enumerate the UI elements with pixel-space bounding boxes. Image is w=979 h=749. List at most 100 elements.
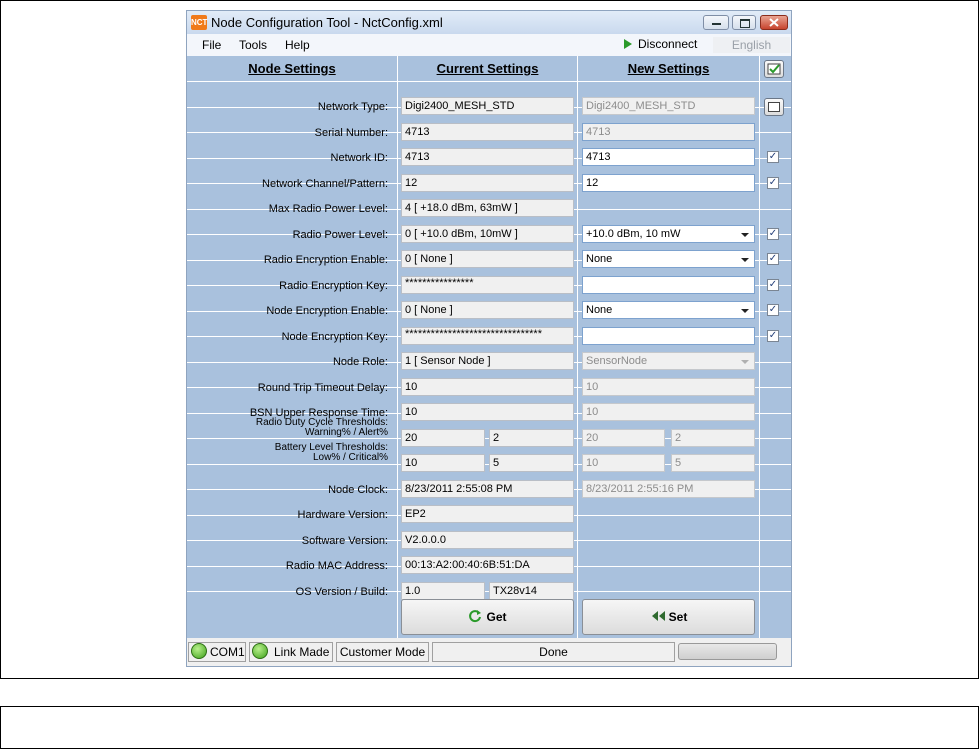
radio-encryption-key-checkbox[interactable]: ✓: [767, 279, 779, 291]
current-duty-alert: 2: [489, 429, 574, 447]
row-divider: [187, 81, 791, 82]
current-radio-encryption-enable: 0 [ None ]: [401, 250, 574, 268]
refresh-icon: [469, 610, 482, 623]
current-max-radio-power: 4 [ +18.0 dBm, 63mW ]: [401, 199, 574, 217]
label-battery-level: Battery Level Thresholds: Low% / Critical…: [275, 443, 388, 463]
label-os-version: OS Version / Build:: [295, 586, 388, 598]
current-network-id: 4713: [401, 148, 574, 166]
current-node-encryption-enable: 0 [ None ]: [401, 301, 574, 319]
current-round-trip-timeout: 10: [401, 378, 574, 396]
column-divider: [759, 56, 760, 638]
get-button[interactable]: Get: [401, 599, 574, 635]
disconnect-button[interactable]: Disconnect: [624, 37, 697, 53]
minimize-button[interactable]: [703, 15, 729, 30]
close-icon: [769, 18, 779, 27]
app-window: NCT Node Configuration Tool - NctConfig.…: [187, 11, 791, 666]
new-radio-encryption-key-input[interactable]: [582, 276, 755, 294]
new-node-clock: 8/23/2011 2:55:16 PM: [582, 480, 755, 498]
get-label: Get: [486, 610, 507, 624]
new-network-id-input[interactable]: [582, 148, 755, 166]
menu-file[interactable]: File: [202, 38, 221, 52]
chevron-down-icon: [741, 233, 749, 237]
current-bsn-upper-response: 10: [401, 403, 574, 421]
column-divider: [577, 56, 578, 638]
current-network-channel: 12: [401, 174, 574, 192]
current-network-type: Digi2400_MESH_STD: [401, 97, 574, 115]
new-battery-critical: 5: [671, 454, 755, 472]
network-id-checkbox[interactable]: ✓: [767, 151, 779, 163]
column-divider: [397, 56, 398, 638]
header-new-settings: New Settings: [627, 61, 710, 76]
label-radio-duty-cycle: Radio Duty Cycle Thresholds: Warning% / A…: [256, 418, 388, 438]
current-radio-mac: 00:13:A2:00:40:6B:51:DA: [401, 556, 574, 574]
radio-power-checkbox[interactable]: ✓: [767, 228, 779, 240]
node-encryption-dropdown[interactable]: None: [582, 301, 755, 319]
label-software-version: Software Version:: [301, 535, 388, 547]
radio-encryption-value: None: [586, 253, 613, 265]
current-battery-low: 10: [401, 454, 485, 472]
radio-encryption-checkbox[interactable]: ✓: [767, 253, 779, 265]
header-node-settings: Node Settings: [248, 61, 336, 76]
menu-help[interactable]: Help: [285, 38, 310, 52]
label-max-radio-power: Max Radio Power Level:: [268, 203, 388, 215]
label-line: Warning% / Alert%: [305, 427, 388, 438]
current-radio-power-level: 0 [ +10.0 dBm, 10mW ]: [401, 225, 574, 243]
label-serial-number: Serial Number:: [314, 127, 388, 139]
status-bar: COM1 Link Made Customer Mode Done: [187, 638, 791, 666]
node-encryption-key-checkbox[interactable]: ✓: [767, 330, 779, 342]
current-duty-warning: 20: [401, 429, 485, 447]
label-node-encryption-key: Node Encryption Key:: [281, 331, 388, 343]
label-radio-power-level: Radio Power Level:: [292, 229, 388, 241]
new-bsn-upper-response: 10: [582, 403, 755, 421]
new-serial-number: 4713: [582, 123, 755, 141]
current-os-version: 1.0: [401, 582, 485, 600]
new-round-trip-timeout: 10: [582, 378, 755, 396]
maximize-button[interactable]: [732, 15, 756, 30]
set-button[interactable]: Set: [582, 599, 755, 635]
chevron-down-icon: [741, 360, 749, 364]
label-hardware-version: Hardware Version:: [297, 509, 389, 521]
current-os-build: TX28v14: [489, 582, 574, 600]
uncheck-all-button[interactable]: [764, 98, 784, 116]
new-network-channel-input[interactable]: [582, 174, 755, 192]
header-current-settings: Current Settings: [436, 61, 539, 76]
radio-encryption-dropdown[interactable]: None: [582, 250, 755, 268]
set-label: Set: [668, 610, 688, 624]
new-node-encryption-key-input[interactable]: [582, 327, 755, 345]
status-message: Done: [432, 642, 675, 662]
menu-tools[interactable]: Tools: [239, 38, 267, 52]
minimize-icon: [712, 23, 721, 25]
progress-bar: [678, 643, 777, 660]
chevron-down-icon: [741, 258, 749, 262]
current-node-clock: 8/23/2011 2:55:08 PM: [401, 480, 574, 498]
label-radio-mac: Radio MAC Address:: [285, 560, 388, 572]
new-battery-low: 10: [582, 454, 665, 472]
arrows-left-icon: [651, 611, 665, 621]
close-button[interactable]: [760, 15, 788, 30]
title-bar[interactable]: NCT Node Configuration Tool - NctConfig.…: [187, 11, 791, 34]
new-duty-warning: 20: [582, 429, 665, 447]
node-encryption-value: None: [586, 304, 613, 316]
checkmark-icon: [767, 63, 781, 75]
node-role-dropdown: SensorNode: [582, 352, 755, 370]
link-status: Link Made: [249, 642, 333, 662]
mode-status: Customer Mode: [336, 642, 429, 662]
label-network-type: Network Type:: [317, 101, 388, 113]
label-radio-encryption-key: Radio Encryption Key:: [279, 280, 388, 292]
port-label: COM1: [210, 645, 245, 659]
language-selector[interactable]: English: [713, 37, 790, 53]
radio-power-level-dropdown[interactable]: +10.0 dBm, 10 mW: [582, 225, 755, 243]
label-network-channel: Network Channel/Pattern:: [262, 178, 388, 190]
link-label: Link Made: [274, 645, 330, 659]
network-channel-checkbox[interactable]: ✓: [767, 177, 779, 189]
node-encryption-checkbox[interactable]: ✓: [767, 304, 779, 316]
current-node-role: 1 [ Sensor Node ]: [401, 352, 574, 370]
new-network-type: Digi2400_MESH_STD: [582, 97, 755, 115]
label-network-id: Network ID:: [330, 152, 388, 164]
node-role-value: SensorNode: [586, 355, 648, 367]
play-icon: [624, 39, 632, 49]
app-icon: NCT: [191, 15, 207, 30]
empty-checkbox-icon: [768, 102, 780, 112]
current-node-encryption-key: ********************************: [401, 327, 574, 345]
check-all-button[interactable]: [764, 60, 784, 78]
